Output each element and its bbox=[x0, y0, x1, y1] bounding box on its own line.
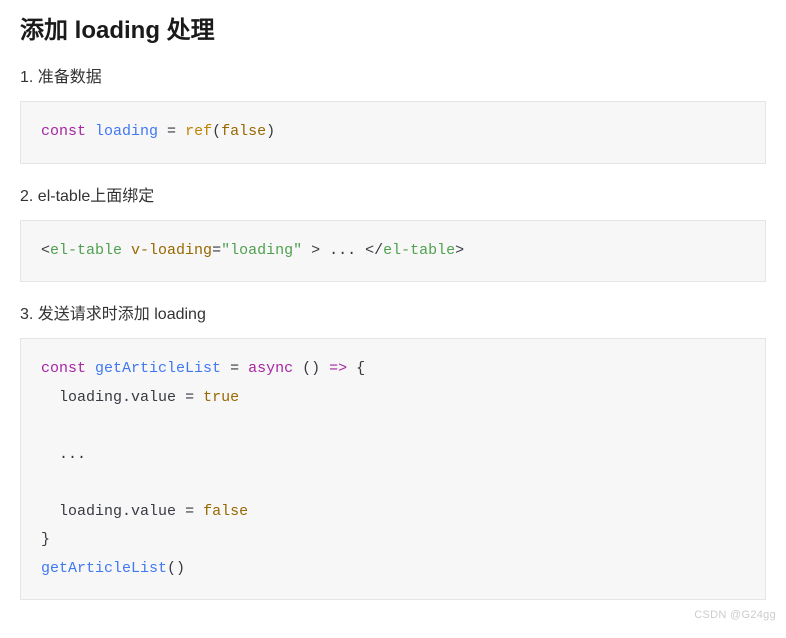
code-block-1: const loading = ref(false) bbox=[20, 101, 766, 164]
step-3-num: 3. bbox=[20, 306, 33, 323]
brace-close: } bbox=[41, 531, 50, 548]
indent bbox=[41, 389, 59, 406]
prop-value: value bbox=[131, 503, 176, 520]
fn-ref: ref bbox=[185, 123, 212, 140]
str-loading: "loading" bbox=[221, 242, 302, 259]
code-block-2: <el-table v-loading="loading" > ... </el… bbox=[20, 220, 766, 283]
obj-loading: loading bbox=[59, 503, 122, 520]
parens: () bbox=[293, 360, 329, 377]
arrow: => bbox=[329, 360, 347, 377]
step-3-text: 发送请求时添加 loading bbox=[38, 306, 206, 323]
val-true: true bbox=[203, 389, 239, 406]
gt-close: > bbox=[455, 242, 464, 259]
var-loading: loading bbox=[95, 123, 158, 140]
step-2-num: 2. bbox=[20, 188, 33, 205]
gt: > bbox=[311, 242, 320, 259]
attr-v-loading: v-loading bbox=[131, 242, 212, 259]
val-false: false bbox=[221, 123, 266, 140]
val-false: false bbox=[203, 503, 248, 520]
step-1: 1. 准备数据 bbox=[20, 63, 766, 87]
tag-el-table-close: el-table bbox=[383, 242, 455, 259]
step-2-text: el-table上面绑定 bbox=[38, 188, 154, 205]
lt-close: </ bbox=[365, 242, 383, 259]
op-eq: = bbox=[221, 360, 248, 377]
lt: < bbox=[41, 242, 50, 259]
call-parens: () bbox=[167, 560, 185, 577]
ellipsis: ... bbox=[59, 446, 86, 463]
indent bbox=[41, 503, 59, 520]
op-eq: = bbox=[158, 123, 185, 140]
kw-const: const bbox=[41, 360, 86, 377]
op-eq: = bbox=[176, 389, 203, 406]
space bbox=[122, 242, 131, 259]
step-2: 2. el-table上面绑定 bbox=[20, 182, 766, 206]
watermark: CSDN @G24gg bbox=[694, 609, 776, 621]
brace-open: { bbox=[347, 360, 365, 377]
step-1-text: 准备数据 bbox=[38, 69, 102, 86]
paren-open: ( bbox=[212, 123, 221, 140]
ellipsis: ... bbox=[320, 242, 365, 259]
tag-el-table-open: el-table bbox=[50, 242, 122, 259]
op-eq: = bbox=[176, 503, 203, 520]
kw-const: const bbox=[41, 123, 86, 140]
kw-async: async bbox=[248, 360, 293, 377]
dot: . bbox=[122, 389, 131, 406]
var-getArticleList: getArticleList bbox=[95, 360, 221, 377]
call-getArticleList: getArticleList bbox=[41, 560, 167, 577]
prop-value: value bbox=[131, 389, 176, 406]
indent bbox=[41, 446, 59, 463]
dot: . bbox=[122, 503, 131, 520]
step-1-num: 1. bbox=[20, 69, 33, 86]
eq: = bbox=[212, 242, 221, 259]
paren-close: ) bbox=[266, 123, 275, 140]
sp bbox=[86, 360, 95, 377]
obj-loading: loading bbox=[59, 389, 122, 406]
page-title: 添加 loading 处理 bbox=[20, 10, 766, 45]
code-block-3: const getArticleList = async () => { loa… bbox=[20, 338, 766, 600]
step-3: 3. 发送请求时添加 loading bbox=[20, 300, 766, 324]
space bbox=[302, 242, 311, 259]
